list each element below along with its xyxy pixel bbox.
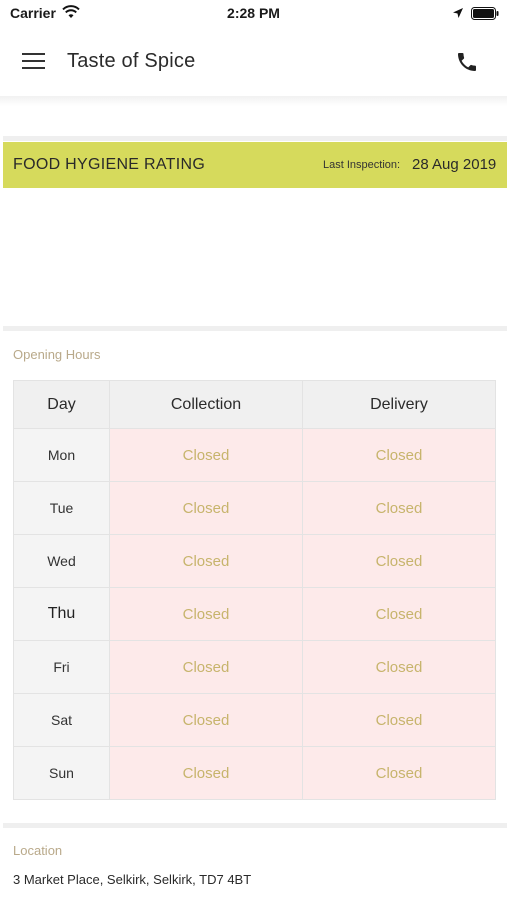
location-address: 3 Market Place, Selkirk, Selkirk, TD7 4B…	[13, 872, 252, 887]
header-delivery: Delivery	[302, 380, 496, 429]
table-row: Sun Closed Closed	[13, 746, 496, 800]
food-hygiene-bar: FOOD HYGIENE RATING Last Inspection: 28 …	[3, 142, 507, 188]
day-cell: Sat	[13, 693, 110, 747]
collection-status: Closed	[109, 640, 303, 694]
nav-bar: Taste of Spice	[0, 28, 507, 96]
day-cell: Wed	[13, 534, 110, 588]
delivery-status: Closed	[302, 534, 496, 588]
delivery-status: Closed	[302, 587, 496, 641]
header-collection: Collection	[109, 380, 303, 429]
app-screen: Carrier 2:28 PM Taste of Spice FOOD HYGI…	[0, 0, 507, 900]
header-day: Day	[13, 380, 110, 429]
delivery-status: Closed	[302, 693, 496, 747]
opening-hours-table: Day Collection Delivery Mon Closed Close…	[13, 380, 496, 800]
section-divider	[3, 326, 507, 331]
day-cell: Sun	[13, 746, 110, 800]
status-bar: Carrier 2:28 PM	[0, 0, 507, 28]
location-label: Location	[13, 843, 63, 858]
day-cell: Tue	[13, 481, 110, 535]
table-row: Tue Closed Closed	[13, 481, 496, 535]
collection-status: Closed	[109, 746, 303, 800]
delivery-status: Closed	[302, 481, 496, 535]
last-inspection-label: Last Inspection:	[323, 159, 401, 171]
collection-status: Closed	[109, 534, 303, 588]
table-header-row: Day Collection Delivery	[13, 380, 496, 429]
table-row: Thu Closed Closed	[13, 587, 496, 641]
day-cell: Fri	[13, 640, 110, 694]
table-row: Wed Closed Closed	[13, 534, 496, 588]
section-divider	[3, 823, 507, 828]
page-title: Taste of Spice	[67, 50, 196, 72]
location-arrow-icon	[453, 8, 463, 18]
hygiene-title: FOOD HYGIENE RATING	[13, 156, 206, 173]
collection-status: Closed	[109, 428, 303, 482]
delivery-status: Closed	[302, 640, 496, 694]
table-row: Mon Closed Closed	[13, 428, 496, 482]
day-cell: Mon	[13, 428, 110, 482]
delivery-status: Closed	[302, 428, 496, 482]
nav-shadow	[0, 96, 507, 106]
day-cell: Thu	[13, 587, 110, 641]
menu-icon[interactable]	[22, 52, 46, 70]
collection-status: Closed	[109, 481, 303, 535]
last-inspection-date: 28 Aug 2019	[412, 156, 497, 173]
delivery-status: Closed	[302, 746, 496, 800]
collection-status: Closed	[109, 587, 303, 641]
table-row: Fri Closed Closed	[13, 640, 496, 694]
table-row: Sat Closed Closed	[13, 693, 496, 747]
status-time: 2:28 PM	[227, 5, 280, 21]
collection-status: Closed	[109, 693, 303, 747]
opening-hours-label: Opening Hours	[13, 347, 101, 362]
phone-icon[interactable]	[455, 50, 479, 74]
battery-icon	[471, 7, 499, 20]
section-divider	[3, 136, 507, 141]
